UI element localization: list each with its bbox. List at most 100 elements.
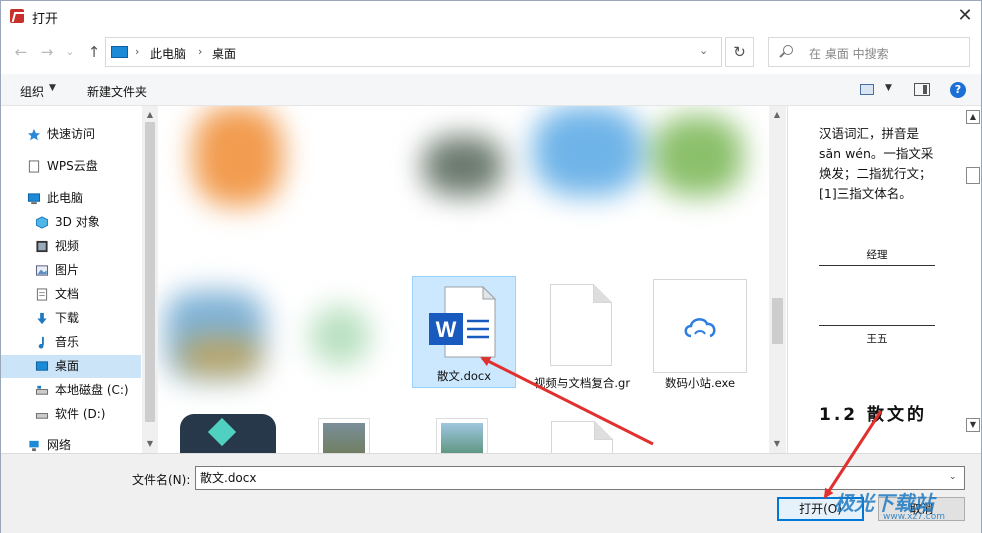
sidebar-item-label: 图片	[55, 263, 80, 277]
back-button[interactable]: ←	[12, 42, 30, 62]
sidebar-item-desktop[interactable]: 桌面	[1, 355, 141, 378]
organize-button[interactable]: 组织	[20, 83, 44, 100]
image-thumbnail[interactable]	[318, 418, 370, 453]
sidebar-item-pictures[interactable]: 图片	[1, 259, 141, 282]
scroll-up-icon[interactable]: ▲	[144, 109, 156, 121]
star-icon	[27, 128, 41, 141]
new-folder-button[interactable]: 新建文件夹	[87, 83, 147, 100]
preview-pane-toggle-icon[interactable]	[914, 83, 930, 96]
sidebar-item-drive-c[interactable]: 本地磁盘 (C:)	[1, 379, 141, 402]
scroll-down-icon[interactable]: ▼	[144, 438, 156, 450]
sidebar-item-downloads[interactable]: 下载	[1, 307, 141, 330]
sidebar-item-music[interactable]: 音乐	[1, 331, 141, 354]
address-dropdown-button[interactable]: ⌄	[699, 44, 708, 57]
search-box[interactable]: 在 桌面 中搜索	[768, 37, 970, 67]
preview-scrollbar[interactable]: ▲ ▼	[965, 106, 981, 436]
file-list: W 散文.docx 视频与文档复合.gr 数码小站.exe	[158, 106, 769, 453]
desktop-icon	[35, 361, 49, 371]
sidebar-item-this-pc[interactable]: 此电脑	[1, 187, 141, 210]
recent-locations-button[interactable]: ⌄	[61, 42, 79, 62]
breadcrumb-separator: ›	[135, 45, 140, 58]
up-button[interactable]: ↑	[85, 42, 103, 62]
sidebar-item-label: 下载	[55, 311, 80, 325]
breadcrumb-desktop[interactable]: 桌面	[212, 45, 236, 62]
divider	[819, 325, 935, 326]
search-placeholder: 在 桌面 中搜索	[809, 47, 889, 61]
cloud-doc-icon	[28, 160, 40, 173]
scrollbar-thumb[interactable]	[772, 298, 783, 344]
blank-file-icon	[550, 284, 612, 366]
breadcrumb-separator: ›	[198, 45, 203, 58]
preview-heading: 1.2 散文的	[819, 405, 928, 425]
sidebar-item-label: 桌面	[55, 359, 80, 373]
sidebar-item-documents[interactable]: 文档	[1, 283, 141, 306]
breadcrumb-this-pc[interactable]: 此电脑	[150, 45, 186, 62]
video-icon	[36, 240, 48, 253]
sidebar-item-drive-d[interactable]: 软件 (D:)	[1, 403, 141, 426]
chevron-down-icon[interactable]: ⌄	[949, 472, 957, 482]
filename-label: 文件名(N):	[132, 473, 191, 487]
file-name: 散文.docx	[436, 369, 492, 383]
network-icon	[29, 440, 39, 452]
navigation-bar: ← → ⌄ ↑ › 此电脑 › 桌面 ⌄ ↻ 在 桌面 中搜索	[1, 32, 981, 74]
sidebar-item-label: 文档	[55, 287, 80, 301]
file-item-essay-docx[interactable]: W 散文.docx	[412, 276, 516, 388]
navigation-pane: 快速访问 WPS云盘 此电脑 3D 对象 视频 图片 文档 下载 音乐 桌面 本…	[1, 106, 158, 453]
file-list-scrollbar[interactable]: ▲ ▼	[769, 106, 786, 453]
word-letter: W	[436, 317, 457, 342]
refresh-button[interactable]: ↻	[725, 37, 754, 67]
blurred-thumbnails	[183, 106, 743, 266]
cube-icon	[35, 216, 49, 229]
disk-icon	[35, 413, 49, 419]
blank-file-icon[interactable]	[551, 421, 613, 453]
file-item-digital-station-exe[interactable]: 数码小站.exe	[648, 276, 752, 390]
sidebar-item-label: 此电脑	[47, 191, 84, 205]
window-title: 打开	[32, 12, 59, 27]
sidebar-item-label: 软件 (D:)	[55, 407, 106, 421]
scroll-down-icon[interactable]: ▼	[966, 418, 980, 432]
chevron-down-icon[interactable]: ▼	[885, 83, 892, 93]
file-name: 数码小站.exe	[664, 376, 736, 390]
forward-button[interactable]: →	[38, 42, 56, 62]
sidebar-item-videos[interactable]: 视频	[1, 235, 141, 258]
cloud-app-icon	[684, 318, 716, 338]
sidebar-item-quick-access[interactable]: 快速访问	[1, 123, 141, 146]
sidebar-item-label: 本地磁盘 (C:)	[55, 383, 129, 397]
sidebar-scrollbar[interactable]: ▲ ▼	[142, 106, 158, 453]
scrollbar-thumb[interactable]	[145, 122, 155, 422]
sidebar-item-3d-objects[interactable]: 3D 对象	[1, 211, 141, 234]
download-icon	[37, 312, 47, 325]
music-icon	[38, 336, 44, 349]
exe-thumbnail	[653, 279, 747, 373]
scroll-up-icon[interactable]: ▲	[966, 110, 980, 124]
sidebar-item-label: 快速访问	[47, 127, 96, 141]
preview-name-label: 王五	[866, 333, 888, 345]
scroll-down-icon[interactable]: ▼	[771, 438, 783, 450]
picture-icon	[35, 265, 49, 276]
app-thumbnail[interactable]	[180, 414, 276, 453]
scroll-up-icon[interactable]: ▲	[771, 109, 783, 121]
search-icon	[783, 45, 793, 55]
app-icon	[10, 9, 24, 23]
sidebar-item-wps-cloud[interactable]: WPS云盘	[1, 155, 141, 178]
sidebar-item-label: WPS云盘	[47, 159, 98, 173]
sidebar-item-label: 音乐	[55, 335, 80, 349]
image-thumbnail[interactable]	[436, 418, 488, 453]
blurred-thumbnails	[160, 276, 400, 401]
file-name: 视频与文档复合.gr	[533, 376, 631, 390]
command-toolbar: 组织 ▼ 新建文件夹 ▼ ?	[1, 74, 981, 106]
sidebar-item-label: 3D 对象	[55, 215, 100, 229]
file-item-composite-gr[interactable]: 视频与文档复合.gr	[530, 276, 634, 390]
view-options-icon[interactable]	[860, 84, 874, 95]
computer-icon	[111, 46, 128, 58]
scrollbar-thumb[interactable]	[966, 167, 980, 184]
help-icon[interactable]: ?	[950, 82, 966, 98]
disk-icon	[35, 385, 49, 395]
sidebar-item-label: 视频	[55, 239, 80, 253]
address-bar[interactable]: › 此电脑 › 桌面 ⌄	[105, 37, 722, 67]
title-bar: 打开 ✕	[1, 1, 981, 32]
word-doc-icon: W	[429, 285, 497, 358]
watermark-url: www.xz7.com	[883, 512, 945, 522]
preview-pane: 汉语词汇，拼音是 săn wén。一指文采焕发；二指犹行文；[1]三指文体名。 …	[787, 106, 965, 453]
close-button[interactable]: ✕	[951, 4, 979, 28]
